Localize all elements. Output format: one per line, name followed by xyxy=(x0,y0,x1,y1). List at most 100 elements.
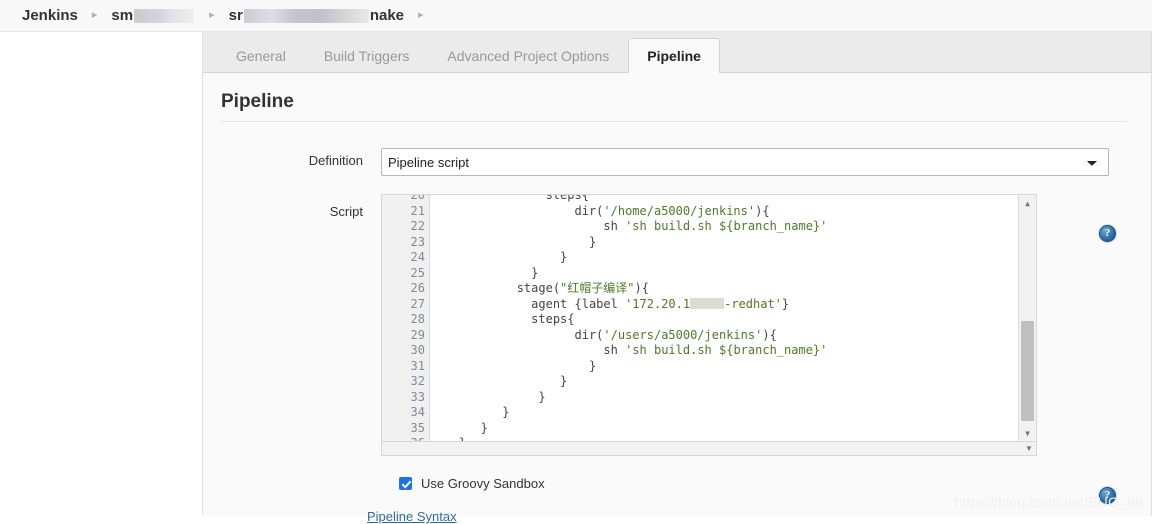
code-token: } xyxy=(430,436,466,441)
scroll-up-arrow-icon[interactable]: ▲ xyxy=(1019,195,1036,211)
code-token: sh xyxy=(430,219,626,233)
editor-code-line[interactable]: dir('/home/a5000/jenkins'){ xyxy=(430,204,1018,220)
script-code-editor[interactable]: 20▼21▼2223242526▼2728▼29▼303132333435363… xyxy=(381,194,1037,442)
breadcrumb-separator-icon: ▸ xyxy=(209,9,215,21)
editor-code-line[interactable]: sh 'sh build.sh ${branch_name}' xyxy=(430,343,1018,359)
definition-label: Definition xyxy=(308,153,363,168)
breadcrumb-separator-icon: ▸ xyxy=(91,9,98,21)
script-label: Script xyxy=(329,204,363,219)
code-token: agent {label xyxy=(430,296,626,311)
editor-code-line[interactable]: } xyxy=(430,374,1018,390)
breadcrumb-label-prefix: sr xyxy=(228,7,243,24)
editor-line-number: 22 xyxy=(410,219,425,233)
code-token: } xyxy=(430,420,488,435)
code-token: dir( xyxy=(430,203,604,218)
breadcrumb-label-suffix: nake xyxy=(369,7,405,24)
tab-pipeline[interactable]: Pipeline xyxy=(628,38,720,73)
code-token: ){ xyxy=(634,281,649,295)
code-string-literal: 'sh build.sh ${branch_name}' xyxy=(625,343,828,357)
editor-code-line[interactable]: sh 'sh build.sh ${branch_name}' xyxy=(430,219,1018,235)
editor-line-number: 29▼ xyxy=(382,328,439,344)
code-token: } xyxy=(430,405,510,419)
code-token: } xyxy=(781,296,790,311)
editor-code-line[interactable]: } xyxy=(430,421,1018,437)
config-tab-bar: General Build Triggers Advanced Project … xyxy=(203,32,1151,73)
editor-line-number: 27 xyxy=(410,296,425,311)
tab-build-triggers[interactable]: Build Triggers xyxy=(305,38,429,73)
editor-code-line[interactable]: } xyxy=(430,390,1018,406)
tab-general[interactable]: General xyxy=(217,38,305,73)
code-token: } xyxy=(430,265,539,280)
editor-line-number: 25 xyxy=(410,265,425,280)
editor-vertical-scrollbar[interactable]: ▲ ▼ xyxy=(1018,195,1036,441)
editor-line-number: 35 xyxy=(410,420,425,435)
editor-code-line[interactable]: } xyxy=(430,359,1018,375)
editor-line-number: 23 xyxy=(410,234,425,249)
redaction-block xyxy=(690,297,725,309)
code-token: } xyxy=(430,389,546,404)
editor-code-line[interactable]: } xyxy=(430,235,1018,251)
scroll-down-arrow-icon[interactable]: ▼ xyxy=(1019,425,1036,441)
editor-code-line[interactable]: } xyxy=(430,405,1018,421)
help-icon-script[interactable]: ? xyxy=(1099,225,1116,242)
code-token: } xyxy=(430,250,568,264)
editor-line-number: 20▼ xyxy=(382,195,439,204)
editor-code-line[interactable]: } xyxy=(430,250,1018,266)
pipeline-section: Pipeline Definition Pipeline script Scri… xyxy=(203,73,1151,524)
redaction-block xyxy=(134,8,195,23)
editor-code-line[interactable]: stage("红帽子编译"){ xyxy=(430,281,1018,297)
code-token: } xyxy=(430,234,597,249)
section-divider xyxy=(221,121,1127,122)
script-editor-wrapper: 20▼21▼2223242526▼2728▼29▼303132333435363… xyxy=(381,194,1037,456)
editor-code-line[interactable]: steps{ xyxy=(430,312,1018,328)
breadcrumb-item-jenkins[interactable]: Jenkins xyxy=(22,7,78,24)
page-body: General Build Triggers Advanced Project … xyxy=(0,32,1152,524)
code-token: steps{ xyxy=(430,312,575,326)
editor-line-number: 32 xyxy=(410,374,425,388)
use-groovy-sandbox-label[interactable]: Use Groovy Sandbox xyxy=(421,476,545,491)
editor-line-number: 24 xyxy=(410,250,425,264)
editor-code-line[interactable]: } xyxy=(430,436,1018,441)
code-token: steps{ xyxy=(430,194,589,202)
breadcrumb-item-job[interactable]: sr nake xyxy=(229,7,404,24)
code-token: stage( xyxy=(430,281,561,295)
code-token: ){ xyxy=(755,203,770,218)
redaction-block xyxy=(243,8,369,23)
code-token: sh xyxy=(430,343,626,357)
editor-code-line[interactable]: agent {label '172.20.1 -redhat'} xyxy=(430,297,1018,313)
breadcrumb: Jenkins ▸ sm ▸ sr nake ▸ xyxy=(0,0,1152,32)
tab-advanced-project-options[interactable]: Advanced Project Options xyxy=(428,38,628,73)
editor-line-number: 28▼ xyxy=(382,312,439,328)
definition-select[interactable]: Pipeline script xyxy=(381,148,1109,176)
breadcrumb-label: Jenkins xyxy=(22,7,78,24)
breadcrumb-label: sm xyxy=(111,7,134,24)
editor-line-number-gutter: 20▼21▼2223242526▼2728▼29▼303132333435363… xyxy=(382,195,439,441)
editor-code-line[interactable]: } xyxy=(430,266,1018,282)
editor-line-number: 34 xyxy=(410,405,425,419)
editor-line-number: 30 xyxy=(410,343,425,357)
breadcrumb-item-folder[interactable]: sm xyxy=(111,7,195,24)
use-groovy-sandbox-checkbox[interactable] xyxy=(399,477,412,490)
watermark-text: https://blog.csdn.net/BUG_88 xyxy=(954,494,1143,510)
editor-code-line[interactable]: dir('/users/a5000/jenkins'){ xyxy=(430,328,1018,344)
definition-field: Pipeline script xyxy=(381,148,1127,176)
editor-code-line[interactable]: steps{ xyxy=(430,194,1018,204)
code-token: } xyxy=(430,374,568,388)
editor-line-number: 31 xyxy=(410,358,425,373)
code-string-literal: '/home/a5000/jenkins' xyxy=(603,203,756,218)
scroll-right-arrow-icon[interactable]: ▼ xyxy=(1022,442,1036,454)
code-string-literal: 'sh build.sh ${branch_name}' xyxy=(625,219,828,233)
code-token: } xyxy=(430,358,597,373)
editor-code-area[interactable]: steps{ dir('/home/a5000/jenkins'){ sh 's… xyxy=(430,194,1018,441)
editor-line-number: 26▼ xyxy=(382,281,439,297)
definition-row: Definition Pipeline script xyxy=(221,148,1127,176)
code-string-literal: '172.20.1 xyxy=(625,296,691,311)
pipeline-syntax-link[interactable]: Pipeline Syntax xyxy=(367,509,457,524)
editor-horizontal-scrollbar[interactable]: ▼ xyxy=(381,442,1037,456)
script-row: Script 20▼21▼2223242526▼2728▼29▼30313233… xyxy=(221,194,1127,456)
code-token: ){ xyxy=(762,327,777,342)
page-title: Pipeline xyxy=(221,91,294,112)
code-string-literal: -redhat' xyxy=(724,296,782,311)
breadcrumb-separator-icon: ▸ xyxy=(418,9,424,21)
vertical-scroll-thumb[interactable] xyxy=(1021,321,1034,421)
